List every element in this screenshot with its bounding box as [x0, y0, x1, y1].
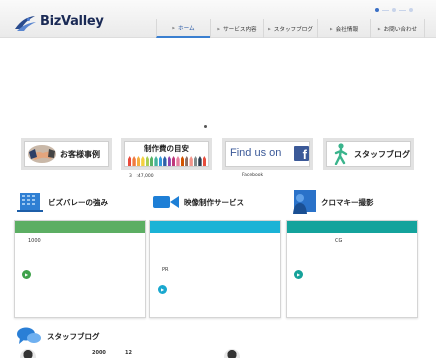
nav-home[interactable]: ▶ ホーム: [156, 19, 210, 38]
card-text: 1000: [28, 238, 41, 244]
play-icon[interactable]: ▶: [294, 270, 303, 279]
play-icon[interactable]: ▶: [158, 285, 167, 294]
nav-company[interactable]: ▶ 会社情報: [317, 19, 370, 38]
triangle-icon: ▶: [217, 26, 221, 31]
nav-label: スタッフブログ: [273, 26, 313, 33]
banner-label: スタッフブログ: [354, 149, 410, 159]
chat-bubbles-icon: [17, 327, 41, 344]
banner-label: Find us on: [230, 147, 282, 159]
card-video[interactable]: PR ▶: [149, 220, 281, 318]
section-title: 映像制作サービス: [184, 197, 244, 207]
blog-meta: 12: [125, 350, 132, 356]
nav-services[interactable]: ▶ サービス内容: [210, 19, 263, 38]
banner-label: お客様事例: [60, 149, 100, 159]
slider-indicator: [375, 8, 413, 12]
color-pencils-icon: [128, 156, 207, 166]
logo-text: BizValley: [40, 14, 104, 29]
section-heading-staff-blog: スタッフブログ: [17, 326, 100, 346]
video-camera-icon: [153, 196, 179, 208]
carousel-pager-dot[interactable]: [204, 125, 207, 128]
card-strengths[interactable]: 1000 ▶: [14, 220, 146, 318]
price-caption: 3 :47,000: [129, 174, 154, 179]
facebook-caption: Facebook: [242, 173, 264, 178]
slider-dot[interactable]: [392, 8, 396, 12]
building-icon: [17, 193, 43, 212]
card-chroma-key[interactable]: CG ▶: [286, 220, 418, 318]
blog-meta: 2000: [92, 350, 106, 356]
avatar[interactable]: [224, 349, 240, 358]
nav-label: お問い合わせ: [383, 26, 418, 33]
section-title: スタッフブログ: [47, 331, 100, 341]
main-nav: ▶ ホーム ▶ サービス内容 ▶ スタッフブログ ▶ 会社情報 ▶ お問い合わせ: [156, 19, 425, 38]
banner-price-guide[interactable]: 制作費の目安: [121, 138, 212, 170]
card-header-bar: [150, 221, 280, 233]
person-screen-icon: [293, 190, 316, 214]
slider-dot[interactable]: [375, 8, 379, 12]
triangle-icon: ▶: [268, 26, 271, 31]
person-walking-icon: [334, 143, 348, 165]
slider-dot[interactable]: [409, 8, 413, 12]
nav-label: ホーム: [178, 25, 195, 32]
nav-label: 会社情報: [335, 26, 359, 33]
card-text: PR: [162, 267, 169, 273]
triangle-icon: ▶: [329, 26, 333, 31]
card-text: CG: [335, 238, 343, 244]
avatar[interactable]: [20, 349, 36, 358]
banner-facebook[interactable]: Find us on f: [222, 138, 313, 170]
banner-label: 制作費の目安: [144, 144, 189, 153]
section-heading-strengths: ビズバレーの強み: [17, 190, 108, 214]
nav-label: サービス内容: [223, 26, 257, 33]
logo-mark-icon: [15, 16, 36, 31]
page: BizValley ▶ ホーム ▶ サービス内容 ▶ スタッフブログ ▶ 会社情…: [0, 0, 436, 358]
section-title: ビズバレーの強み: [48, 197, 108, 207]
site-header: BizValley ▶ ホーム ▶ サービス内容 ▶ スタッフブログ ▶ 会社情…: [0, 0, 436, 38]
nav-staff-blog[interactable]: ▶ スタッフブログ: [263, 19, 317, 38]
section-title: クロマキー撮影: [321, 197, 374, 207]
triangle-icon: ▶: [172, 25, 176, 30]
section-heading-chroma-key: クロマキー撮影: [290, 190, 374, 214]
triangle-icon: ▶: [377, 26, 381, 31]
facebook-icon: f: [294, 146, 309, 162]
logo[interactable]: BizValley: [13, 11, 104, 35]
play-icon[interactable]: ▶: [22, 270, 31, 279]
banner-customer-cases[interactable]: お客様事例: [21, 138, 112, 170]
banner-staff-blog[interactable]: スタッフブログ: [323, 138, 414, 170]
logo-dot-icon: [27, 18, 30, 21]
handshake-icon: [28, 145, 56, 163]
card-header-bar: [287, 221, 417, 233]
section-heading-video: 映像制作サービス: [153, 190, 244, 214]
nav-contact[interactable]: ▶ お問い合わせ: [370, 19, 425, 38]
card-header-bar: [15, 221, 145, 233]
